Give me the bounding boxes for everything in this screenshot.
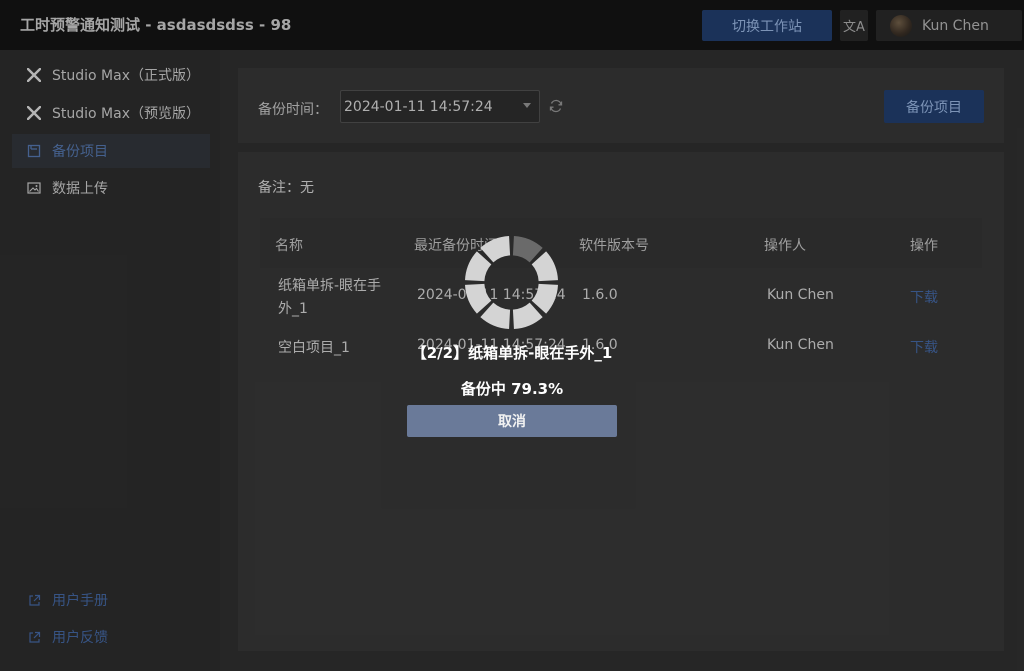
spinner-segment xyxy=(465,283,492,314)
spinner-segment xyxy=(531,251,558,282)
backup-progress-title: 【2/2】纸箱单拆-眼在手外_1 xyxy=(411,344,613,362)
spinner-segment xyxy=(512,236,543,263)
spinner-segment xyxy=(480,302,511,329)
spinner-icon xyxy=(465,236,558,329)
loading-overlay xyxy=(0,0,1024,671)
backup-progress-text: 备份中 79.3% xyxy=(460,380,564,398)
spinner-segment xyxy=(531,283,558,314)
cancel-button[interactable]: 取消 xyxy=(407,405,617,437)
spinner-segment xyxy=(512,302,543,329)
spinner-segment xyxy=(465,251,492,282)
spinner-segment xyxy=(480,236,511,263)
